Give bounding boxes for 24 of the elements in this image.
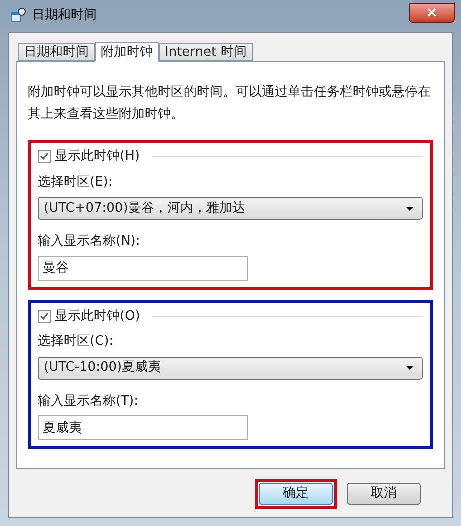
checkbox-label[interactable]: 显示此时钟(H) [55,147,140,166]
display-name-field[interactable]: 曼谷 [38,256,248,280]
timezone-label: 选择时区(C): [38,333,115,351]
checkbox[interactable] [38,150,51,164]
checkbox[interactable] [38,310,51,323]
checkmark-icon [40,312,49,321]
tab[interactable]: Internet 时间 [159,43,253,61]
checkbox-label[interactable]: 显示此时钟(O) [55,306,140,326]
dropdown-caret-icon [406,366,414,370]
display-name-label: 输入显示名称(N): [38,233,142,251]
timezone-dropdown[interactable]: (UTC+07:00)曼谷，河内，雅加达 [38,197,423,220]
dialog-button[interactable]: 确定 [259,483,333,505]
window-title: 日期和时间 [32,7,97,26]
calendar-clock-icon [10,8,26,24]
dropdown-caret-icon [406,206,414,210]
dialog-button[interactable]: 取消 [347,483,421,505]
display-name-label: 输入显示名称(T): [38,392,140,410]
tab[interactable]: 日期和时间 [18,43,95,61]
checkmark-icon [40,152,49,162]
display-name-field[interactable]: 夏威夷 [38,415,248,440]
timezone-dropdown[interactable]: (UTC-10:00)夏威夷 [38,356,423,380]
timezone-label: 选择时区(E): [38,174,114,192]
tab[interactable]: 附加时钟 [95,42,159,62]
description-text: 附加时钟可以显示其他时区的时间。可以通过单击任务栏时钟或悬停在其上来查看这些附加时钟。 [28,84,432,124]
